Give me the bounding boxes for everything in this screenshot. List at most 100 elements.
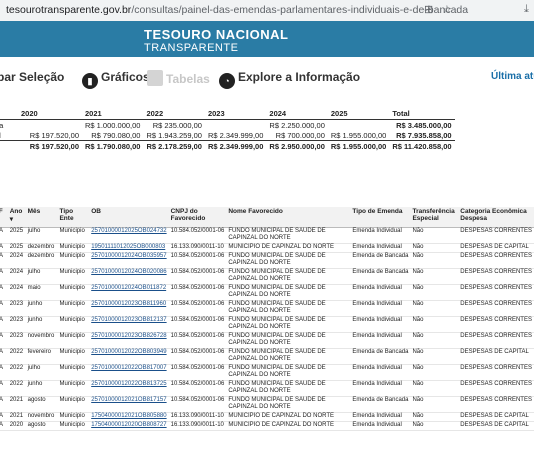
table-cell: Municipio: [57, 316, 90, 333]
table-cell: DESPESAS CORRENTES: [458, 268, 534, 285]
table-cell: Municipio: [57, 227, 90, 244]
column-header[interactable]: Mês: [25, 207, 58, 228]
table-icon: [147, 70, 163, 86]
table-cell: MA: [0, 252, 8, 269]
table-cell: Não: [410, 316, 459, 333]
table-cell: Municipio: [57, 243, 90, 253]
table-row[interactable]: MA2023junhoMunicipio25701000012023OB8121…: [0, 316, 534, 333]
table-row[interactable]: MA2025dezembroMunicipio19501111012025OB0…: [0, 243, 534, 253]
ob-link[interactable]: 25701000012021OB817157: [89, 396, 169, 413]
table-cell: junho: [25, 380, 58, 397]
table-cell: Municipio: [57, 412, 90, 422]
table-row[interactable]: MA2024dezembroMunicipio25701000012024OB0…: [0, 252, 534, 269]
table-cell: Não: [410, 380, 459, 397]
table-cell: 2020: [7, 421, 26, 431]
install-icon[interactable]: ⊞: [424, 3, 433, 16]
table-cell: 2025: [7, 227, 26, 244]
table-cell: Municipio: [57, 332, 90, 349]
toolbar: par Seleção ▮ Gráficos Tabelas ◔ Explore a…: [0, 66, 534, 90]
table-cell: dezembro: [25, 252, 58, 269]
table-cell: FUNDO MUNICIPAL DE SAUDE DE CAPINZAL DO …: [226, 316, 351, 333]
table-cell: Emenda de Bancada: [350, 268, 411, 285]
table-cell: Não: [410, 284, 459, 301]
download-icon[interactable]: ⤓: [524, 3, 529, 16]
table-cell: Emenda Individual: [350, 284, 411, 301]
column-header[interactable]: CNPJ do Favorecido: [168, 207, 227, 228]
table-row[interactable]: MA2025julhoMunicipio25701000012025OB0247…: [0, 227, 534, 244]
table-row[interactable]: MA2024julhoMunicipio25701000012024OB0200…: [0, 268, 534, 285]
table-cell: Não: [410, 421, 459, 431]
table-cell: MA: [0, 380, 8, 397]
ob-link[interactable]: 25701000012025OB024732: [89, 227, 169, 244]
ob-link[interactable]: 25701000012024OB035957: [89, 252, 169, 269]
ob-link[interactable]: 17504000012020OB808727: [89, 421, 169, 431]
table-cell: 2024: [7, 284, 26, 301]
table-row[interactable]: MA2021agostoMunicipio25701000012021OB817…: [0, 396, 534, 413]
table-cell: fevereiro: [25, 348, 58, 365]
table-cell: MA: [0, 396, 8, 413]
column-header[interactable]: Nome Favorecido: [226, 207, 351, 228]
url-text[interactable]: tesourotransparente.gov.br/consultas/pai…: [6, 4, 468, 16]
table-cell: MA: [0, 227, 8, 244]
column-header[interactable]: Transferência Especial: [410, 207, 459, 228]
table-cell: 2021: [7, 412, 26, 422]
table-cell: DESPESAS CORRENTES: [458, 380, 534, 397]
ob-link[interactable]: 17504000012021OB805880: [89, 412, 169, 422]
table-cell: Emenda Individual: [350, 243, 411, 253]
column-header[interactable]: Categoria Econômica Despesa: [458, 207, 534, 228]
table-row[interactable]: MA2024maioMunicipio25701000012024OB01187…: [0, 284, 534, 301]
table-row[interactable]: MA2020agostoMunicipio17504000012020OB808…: [0, 421, 534, 431]
table-cell: 16.133.090/0011-10: [168, 412, 227, 422]
column-header[interactable]: OB: [89, 207, 169, 228]
table-cell: 16.133.090/0011-10: [168, 421, 227, 431]
ob-link[interactable]: 25701000012024OB020086: [89, 268, 169, 285]
ob-link[interactable]: 25701000012024OB011872: [89, 284, 169, 301]
table-cell: Emenda Individual: [350, 421, 411, 431]
table-cell: DESPESAS CORRENTES: [458, 364, 534, 381]
table-cell: Não: [410, 252, 459, 269]
ob-link[interactable]: 25701000012022OB817007: [89, 364, 169, 381]
table-cell: Municipio: [57, 252, 90, 269]
ob-link[interactable]: 25701000012022OB803949: [89, 348, 169, 365]
tables-button[interactable]: Tabelas: [147, 70, 210, 86]
table-cell: FUNDO MUNICIPAL DE SAUDE DE CAPINZAL DO …: [226, 332, 351, 349]
ob-link[interactable]: 19501111012025OB000803: [89, 243, 169, 253]
column-header[interactable]: Tipo de Emenda: [350, 207, 411, 228]
table-cell: FUNDO MUNICIPAL DE SAUDE DE CAPINZAL DO …: [226, 348, 351, 365]
table-cell: MA: [0, 348, 8, 365]
summary-total-row: R$ 197.520,00 R$ 1.790.080,00 R$ 2.178.259…: [0, 140, 455, 151]
table-cell: MA: [0, 243, 8, 253]
table-cell: Não: [410, 396, 459, 413]
ob-link[interactable]: 25701000012022OB813725: [89, 380, 169, 397]
table-cell: Não: [410, 364, 459, 381]
table-cell: MA: [0, 332, 8, 349]
charts-button[interactable]: ▮ Gráficos: [82, 70, 150, 89]
table-cell: agosto: [25, 421, 58, 431]
column-header[interactable]: Ano ▾: [7, 207, 26, 228]
explore-button[interactable]: ◔ Explore a Informação: [219, 70, 360, 89]
table-cell: MA: [0, 316, 8, 333]
column-header[interactable]: Tipo Ente: [57, 207, 90, 228]
ob-link[interactable]: 25701000012023OB812137: [89, 316, 169, 333]
table-cell: FUNDO MUNICIPAL DE SAUDE DE CAPINZAL DO …: [226, 364, 351, 381]
table-cell: Emenda Individual: [350, 412, 411, 422]
table-row[interactable]: MA2022julhoMunicipio25701000012022OB8170…: [0, 364, 534, 381]
table-cell: 10.584.052/0001-06: [168, 380, 227, 397]
sort-desc-icon: ▾: [9, 216, 13, 223]
table-row[interactable]: MA2022junhoMunicipio25701000012022OB8137…: [0, 380, 534, 397]
table-row[interactable]: MA2023junhoMunicipio25701000012023OB8119…: [0, 300, 534, 317]
clear-selection-button[interactable]: par Seleção: [0, 70, 64, 84]
bookmark-star-icon[interactable]: ☆: [442, 3, 452, 16]
ob-link[interactable]: 25701000012023OB826728: [89, 332, 169, 349]
table-row[interactable]: MA2021novembroMunicipio17504000012021OB8…: [0, 412, 534, 422]
column-header[interactable]: UF: [0, 207, 8, 228]
address-bar[interactable]: tesourotransparente.gov.br/consultas/pai…: [0, 0, 534, 22]
table-cell: 10.584.052/0001-06: [168, 316, 227, 333]
table-cell: Municipio: [57, 396, 90, 413]
table-row[interactable]: MA2022fevereiroMunicipio25701000012022OB…: [0, 348, 534, 365]
table-cell: Emenda Individual: [350, 227, 411, 244]
ob-link[interactable]: 25701000012023OB811960: [89, 300, 169, 317]
table-cell: Emenda Individual: [350, 364, 411, 381]
table-row[interactable]: MA2023novembroMunicipio25701000012023OB8…: [0, 332, 534, 349]
table-cell: 2022: [7, 364, 26, 381]
